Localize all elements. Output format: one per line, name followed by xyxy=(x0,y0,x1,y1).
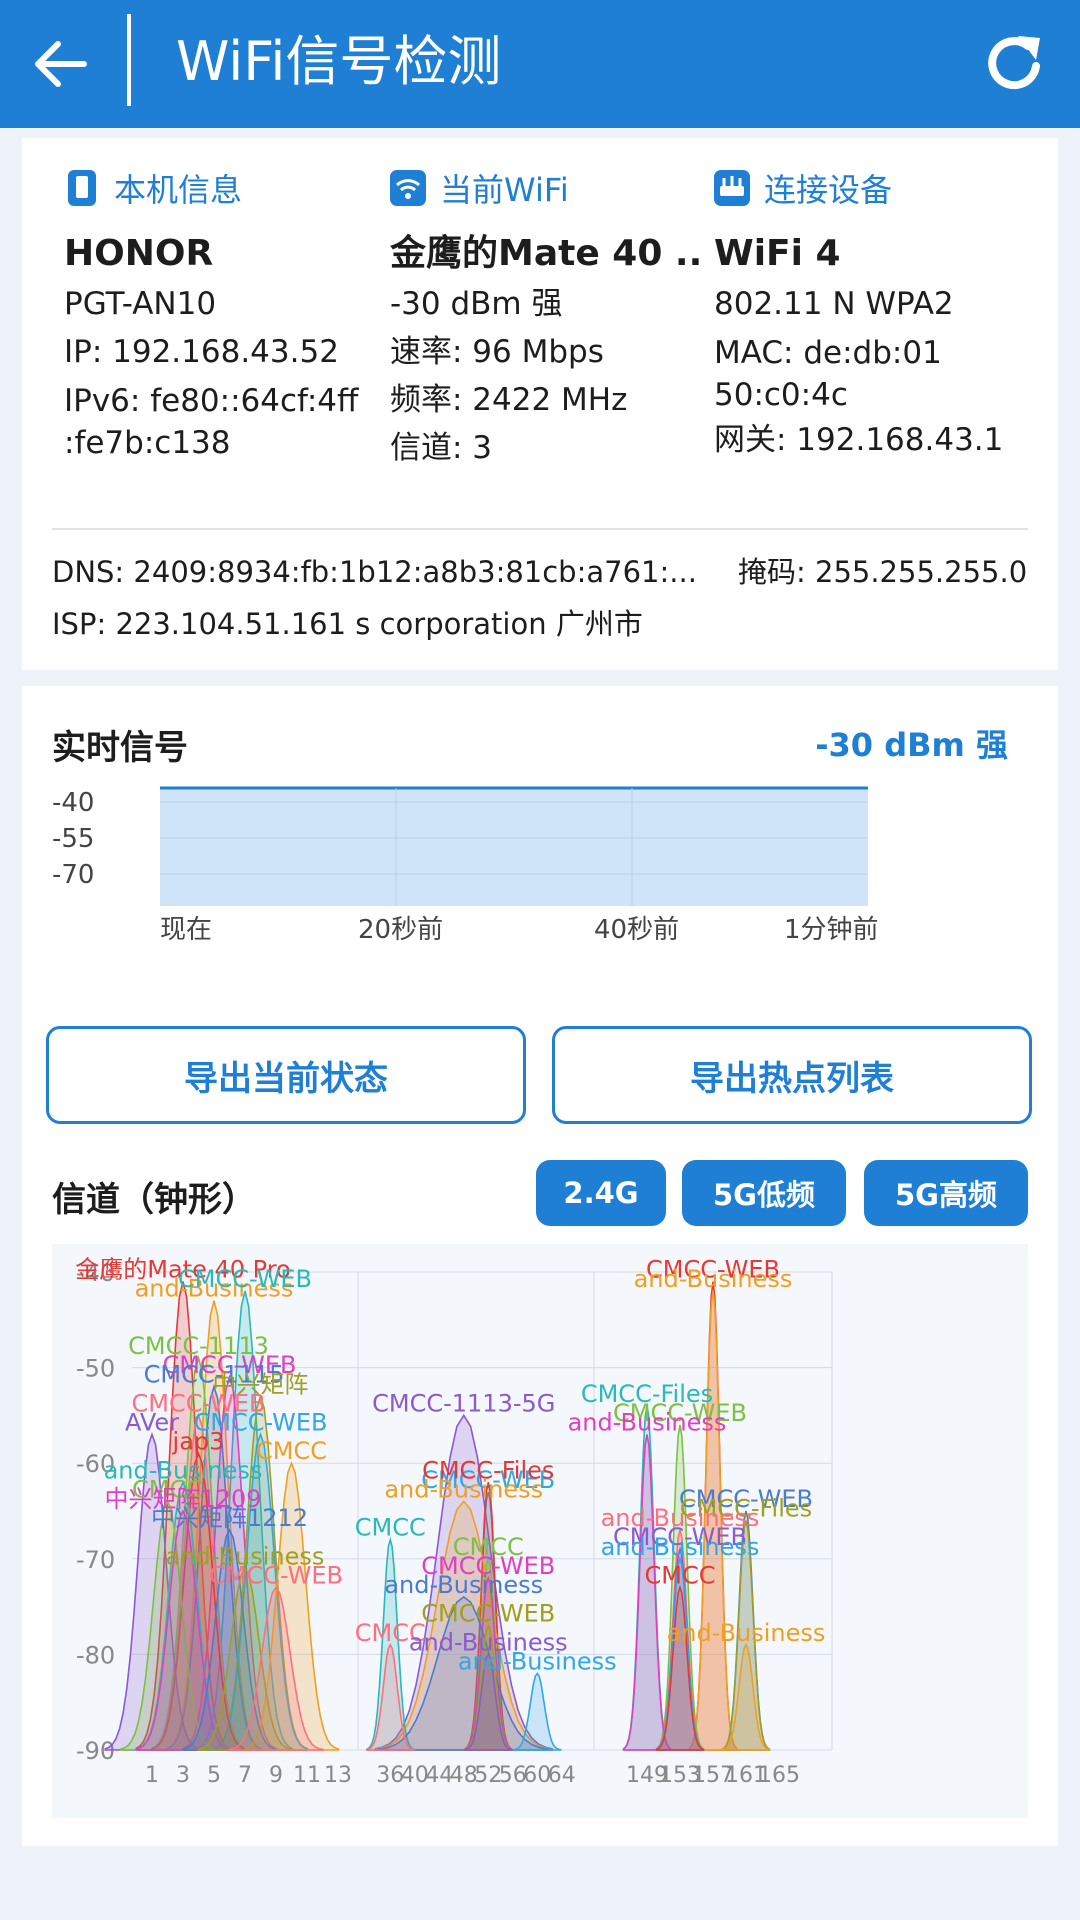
tab-5g-low[interactable]: 5G低频 xyxy=(682,1160,846,1226)
wifi-heading-label: 当前WiFi xyxy=(440,171,569,209)
arrow-left-icon[interactable] xyxy=(26,28,98,100)
ap-ssid-label: and-Business xyxy=(601,1533,760,1561)
subnet-mask: 掩码: 255.255.255.0 xyxy=(738,555,1028,589)
device-ip: IP: 192.168.43.52 xyxy=(64,334,339,370)
realtime-signal-title: 实时信号 xyxy=(52,728,188,768)
rt-y-tick: -55 xyxy=(52,824,94,854)
connected-device-column: 连接设备 WiFi 4 802.11 N WPA2 MAC: de:db:01 … xyxy=(714,168,1024,464)
ap-ssid-label: and-Business xyxy=(568,1409,727,1437)
realtime-signal-value: -30 dBm 强 xyxy=(815,726,1008,764)
x-tick-label: 5 xyxy=(207,1763,221,1788)
connected-device-heading: 连接设备 xyxy=(714,168,1024,209)
phone-icon xyxy=(68,170,96,206)
info-divider xyxy=(52,528,1028,530)
connected-heading-label: 连接设备 xyxy=(764,171,893,209)
ap-ssid-label: and-Business xyxy=(458,1648,617,1676)
y-tick-label: -70 xyxy=(76,1546,115,1574)
network-info-card: 本机信息 HONOR PGT-AN10 IP: 192.168.43.52 IP… xyxy=(22,138,1058,670)
x-tick-label: 165 xyxy=(758,1763,800,1788)
ap-bell-curve xyxy=(622,1434,672,1751)
channel-bell-chart: -40-50-60-70-80-901 3 5 7 9 11 13 3640444852566… xyxy=(52,1244,1028,1818)
device-brand: HONOR xyxy=(64,233,214,274)
ap-ssid-label: CMCC xyxy=(355,1514,426,1542)
ap-ssid-label: CMCC xyxy=(645,1561,716,1589)
realtime-signal-chart: -40 -55 -70 现在 20秒前 40秒前 1分钟前 xyxy=(52,786,879,945)
page-title: WiFi信号检测 xyxy=(176,30,502,93)
gateway-address: 网关: 192.168.43.1 xyxy=(714,422,1004,458)
wifi-info-heading: 当前WiFi xyxy=(390,168,700,209)
ap-ssid-label: CMCC xyxy=(256,1437,327,1465)
rt-y-tick: -70 xyxy=(52,860,94,890)
wifi-protocol: 802.11 N WPA2 xyxy=(714,286,954,322)
x-tick-label: 1 xyxy=(145,1763,159,1788)
ap-ssid-label: CMCC-1113-5G xyxy=(372,1389,555,1417)
device-model: PGT-AN10 xyxy=(64,286,217,322)
ap-ssid-label: and-Business xyxy=(634,1265,793,1293)
app-bar: WiFi信号检测 xyxy=(0,0,1080,128)
tab-5g-high[interactable]: 5G高频 xyxy=(864,1160,1028,1226)
channel-chart-title: 信道（钟形） xyxy=(52,1180,256,1220)
ap-ssid-label: and-Business xyxy=(667,1619,826,1647)
dns-value: DNS: 2409:8934:fb:1b12:a8b3:81cb:a761:..… xyxy=(52,555,697,589)
device-info-heading: 本机信息 xyxy=(64,168,374,209)
wifi-speed: 速率: 96 Mbps xyxy=(390,334,604,370)
wifi-icon xyxy=(390,170,426,206)
isp-value: ISP: 223.104.51.161 s corporation 广州市 xyxy=(52,607,643,641)
wifi-channel: 信道: 3 xyxy=(390,430,493,466)
x-tick-label: 11 xyxy=(293,1763,321,1788)
router-icon xyxy=(714,170,750,206)
wifi-frequency: 频率: 2422 MHz xyxy=(390,382,628,418)
wifi-ssid: 金鹰的Mate 40 ... xyxy=(390,233,700,274)
rt-x-tick: 现在 xyxy=(160,915,212,945)
ap-ssid-label: 中兴矩阵1212 xyxy=(151,1504,308,1532)
x-tick-label: 3 xyxy=(176,1763,190,1788)
wifi-signal: -30 dBm 强 xyxy=(390,286,563,322)
tab-2-4g[interactable]: 2.4G xyxy=(536,1160,666,1226)
title-divider xyxy=(127,14,131,106)
rt-y-tick: -40 xyxy=(52,788,94,818)
rt-x-tick: 20秒前 xyxy=(358,915,443,945)
x-tick-label: 9 xyxy=(269,1763,283,1788)
ap-ssid-label: CMCC-WEB xyxy=(421,1600,555,1628)
wifi-info-column: 当前WiFi 金鹰的Mate 40 ... -30 dBm 强 速率: 96 M… xyxy=(390,168,700,472)
wifi-standard: WiFi 4 xyxy=(714,233,841,274)
refresh-icon[interactable] xyxy=(978,26,1052,100)
rt-x-tick: 1分钟前 xyxy=(784,915,879,945)
ap-ssid-label: jap3 xyxy=(172,1428,225,1456)
signal-area xyxy=(160,788,868,906)
rt-x-tick: 40秒前 xyxy=(594,915,679,945)
y-tick-label: -50 xyxy=(76,1355,115,1383)
ap-ssid-label: CMCC-WEB xyxy=(178,1265,312,1293)
device-heading-label: 本机信息 xyxy=(114,171,243,209)
export-state-button[interactable]: 导出当前状态 xyxy=(46,1026,526,1124)
device-info-column: 本机信息 HONOR PGT-AN10 IP: 192.168.43.52 IP… xyxy=(64,168,374,464)
mac-address: MAC: de:db:01 50:c0:4c xyxy=(714,335,942,413)
ap-ssid-label: and-Business xyxy=(384,1571,543,1599)
ap-ssid-label: and-Business xyxy=(384,1475,543,1503)
ap-ssid-label: CMCC-WEB xyxy=(209,1561,343,1589)
export-list-button[interactable]: 导出热点列表 xyxy=(552,1026,1032,1124)
x-tick-label: 64 xyxy=(548,1763,576,1788)
device-ipv6: IPv6: fe80::64cf:4ff :fe7b:c138 xyxy=(64,383,359,461)
y-tick-label: -80 xyxy=(76,1641,115,1669)
signal-card: 实时信号 -30 dBm 强 -40 -55 -70 现在 20秒前 40秒前 … xyxy=(22,686,1058,1846)
x-tick-label: 7 xyxy=(238,1763,252,1788)
x-tick-label: 13 xyxy=(324,1763,352,1788)
ap-ssid-label: AVer xyxy=(125,1409,179,1437)
y-tick-label: -90 xyxy=(76,1737,115,1765)
